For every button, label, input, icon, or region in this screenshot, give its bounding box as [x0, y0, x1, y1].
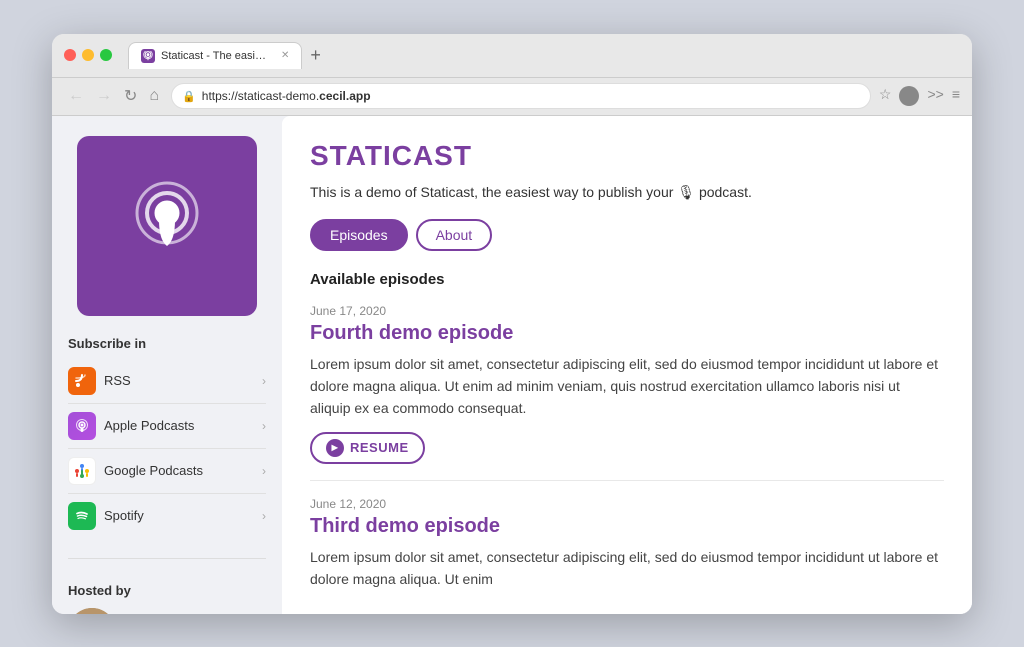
resume-button[interactable]: ▶ RESUME [310, 432, 425, 464]
new-tab-button[interactable]: + [306, 45, 325, 66]
episodes-tab[interactable]: Episodes [310, 219, 408, 251]
rss-icon [68, 367, 96, 395]
apple-chevron: › [262, 419, 266, 433]
url-bar[interactable]: 🔒 https://staticast-demo.cecil.app [171, 83, 871, 109]
rss-chevron: › [262, 374, 266, 388]
menu-icon[interactable]: ≡ [952, 86, 960, 106]
subscribe-spotify[interactable]: Spotify › [68, 494, 266, 538]
url-text: https://staticast-demo.cecil.app [202, 89, 371, 103]
podcast-title: STATICAST [310, 140, 944, 172]
subscribe-apple[interactable]: Apple Podcasts › [68, 404, 266, 449]
hosted-by-title: Hosted by [68, 583, 266, 598]
reload-button[interactable]: ↻ [120, 84, 141, 108]
main-content: STATICAST This is a demo of Staticast, t… [282, 116, 972, 614]
traffic-lights [64, 49, 112, 61]
episode-item: June 12, 2020 Third demo episode Lorem i… [310, 497, 944, 591]
subscribe-rss[interactable]: RSS › [68, 359, 266, 404]
extensions-icon[interactable]: >> [927, 86, 943, 106]
podcast-logo [122, 178, 212, 273]
episode-date-2: June 12, 2020 [310, 497, 944, 511]
episode-date: June 17, 2020 [310, 304, 944, 318]
tab-close-icon[interactable]: ✕ [281, 50, 289, 61]
spotify-icon [68, 502, 96, 530]
episode-divider [310, 480, 944, 481]
home-button[interactable]: ⌂ [145, 84, 163, 108]
minimize-button[interactable] [82, 49, 94, 61]
episode-description-2: Lorem ipsum dolor sit amet, consectetur … [310, 546, 944, 591]
profile-icon[interactable] [899, 86, 919, 106]
maximize-button[interactable] [100, 49, 112, 61]
hosted-by-section: Hosted by Arnaud Ligny [68, 583, 266, 614]
rss-label: RSS [104, 373, 262, 388]
podcast-description: This is a demo of Staticast, the easiest… [310, 182, 944, 203]
episode-description: Lorem ipsum dolor sit amet, consectetur … [310, 353, 944, 420]
back-button[interactable]: ← [64, 84, 88, 108]
apple-podcasts-icon [68, 412, 96, 440]
episode-item: June 17, 2020 Fourth demo episode Lorem … [310, 304, 944, 464]
sidebar: Subscribe in RSS › [52, 116, 282, 614]
toolbar-actions: ☆ >> ≡ [879, 86, 960, 106]
play-icon: ▶ [326, 439, 344, 457]
episode-title-2[interactable]: Third demo episode [310, 515, 944, 538]
tab-title: Staticast - The easiest way to p... [161, 50, 271, 62]
lock-icon: 🔒 [182, 90, 196, 103]
address-bar: ← → ↻ ⌂ 🔒 https://staticast-demo.cecil.a… [52, 78, 972, 116]
apple-label: Apple Podcasts [104, 418, 262, 433]
title-bar: Staticast - The easiest way to p... ✕ + [52, 34, 972, 78]
forward-button[interactable]: → [92, 84, 116, 108]
google-label: Google Podcasts [104, 463, 262, 478]
google-chevron: › [262, 464, 266, 478]
tab-bar: Staticast - The easiest way to p... ✕ + [128, 42, 960, 69]
close-button[interactable] [64, 49, 76, 61]
active-tab[interactable]: Staticast - The easiest way to p... ✕ [128, 42, 302, 69]
tab-favicon [141, 49, 155, 63]
google-podcasts-icon [68, 457, 96, 485]
spotify-label: Spotify [104, 508, 262, 523]
about-tab[interactable]: About [416, 219, 493, 251]
subscribe-section: Subscribe in RSS › [68, 336, 266, 538]
content-area: Subscribe in RSS › [52, 116, 972, 614]
subscribe-title: Subscribe in [68, 336, 266, 351]
spotify-chevron: › [262, 509, 266, 523]
episode-title[interactable]: Fourth demo episode [310, 322, 944, 345]
subscribe-google[interactable]: Google Podcasts › [68, 449, 266, 494]
host-avatar [68, 608, 116, 614]
bookmark-icon[interactable]: ☆ [879, 86, 892, 106]
available-episodes-title: Available episodes [310, 271, 944, 288]
nav-buttons: ← → ↻ ⌂ [64, 84, 163, 108]
podcast-cover [77, 136, 257, 316]
tab-buttons: Episodes About [310, 219, 944, 251]
browser-window: Staticast - The easiest way to p... ✕ + … [52, 34, 972, 614]
host-info: Arnaud Ligny @arnaudligny [68, 608, 266, 614]
resume-label: RESUME [350, 440, 409, 455]
